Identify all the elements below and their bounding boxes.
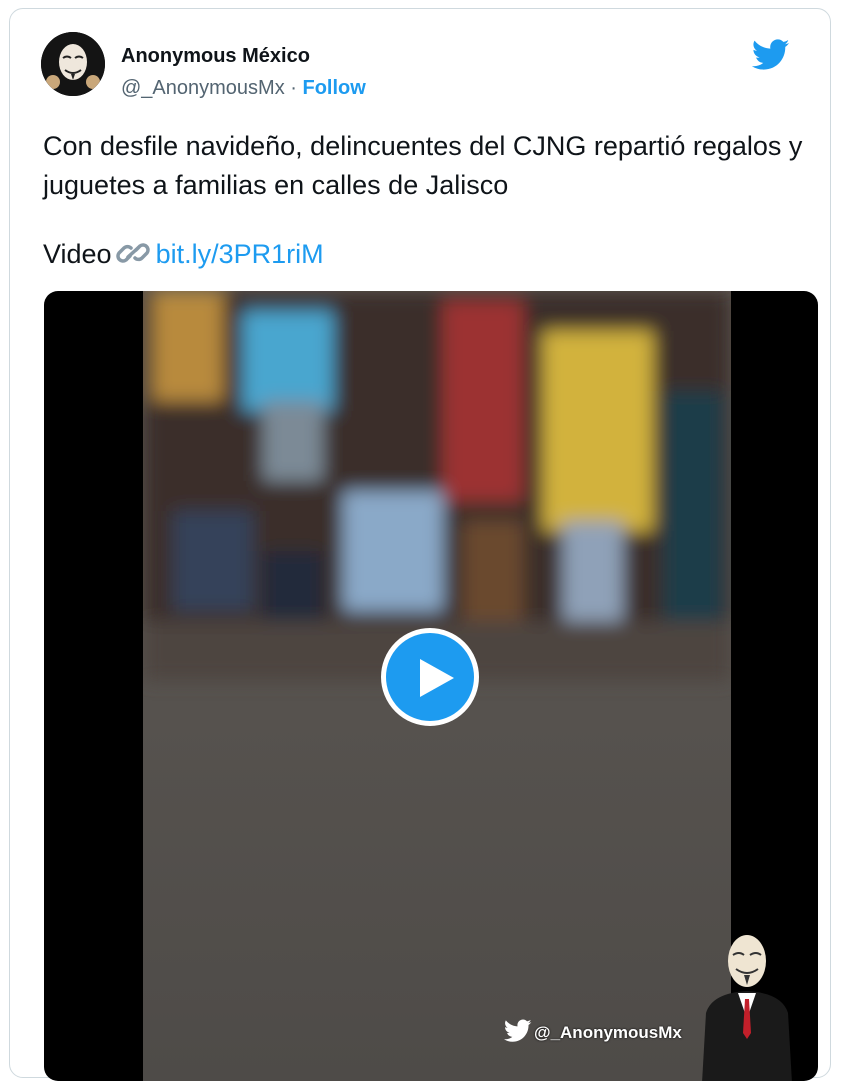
watermark-bird-icon — [504, 1019, 532, 1042]
follow-button[interactable]: Follow — [303, 77, 366, 99]
author-handle[interactable]: @_AnonymousMx — [121, 77, 285, 99]
link-prefix: Video — [43, 239, 112, 269]
video-player[interactable]: @_AnonymousMx — [44, 291, 818, 1081]
play-icon — [420, 659, 454, 697]
shortened-link[interactable]: bit.ly/3PR1riM — [156, 239, 324, 269]
watermark-handle: @_AnonymousMx — [534, 1023, 682, 1042]
link-icon — [115, 243, 150, 263]
handle-separator: · — [290, 77, 297, 99]
tweet-text: Con desfile navideño, delincuentes del C… — [43, 131, 803, 200]
author-handle-row: @_AnonymousMx · Follow — [121, 77, 366, 100]
play-button[interactable] — [381, 628, 479, 726]
anonymous-figure-icon — [702, 935, 792, 1081]
author-avatar[interactable] — [41, 32, 105, 96]
anonymous-mask-icon — [41, 32, 105, 96]
video-watermark: @_AnonymousMx — [504, 1019, 682, 1043]
author-display-name[interactable]: Anonymous México — [121, 45, 310, 68]
tweet-card: Anonymous México @_AnonymousMx · Follow … — [9, 8, 831, 1081]
tweet-link-line: Video bit.ly/3PR1riM — [43, 235, 324, 274]
twitter-bird-icon[interactable] — [752, 39, 790, 71]
